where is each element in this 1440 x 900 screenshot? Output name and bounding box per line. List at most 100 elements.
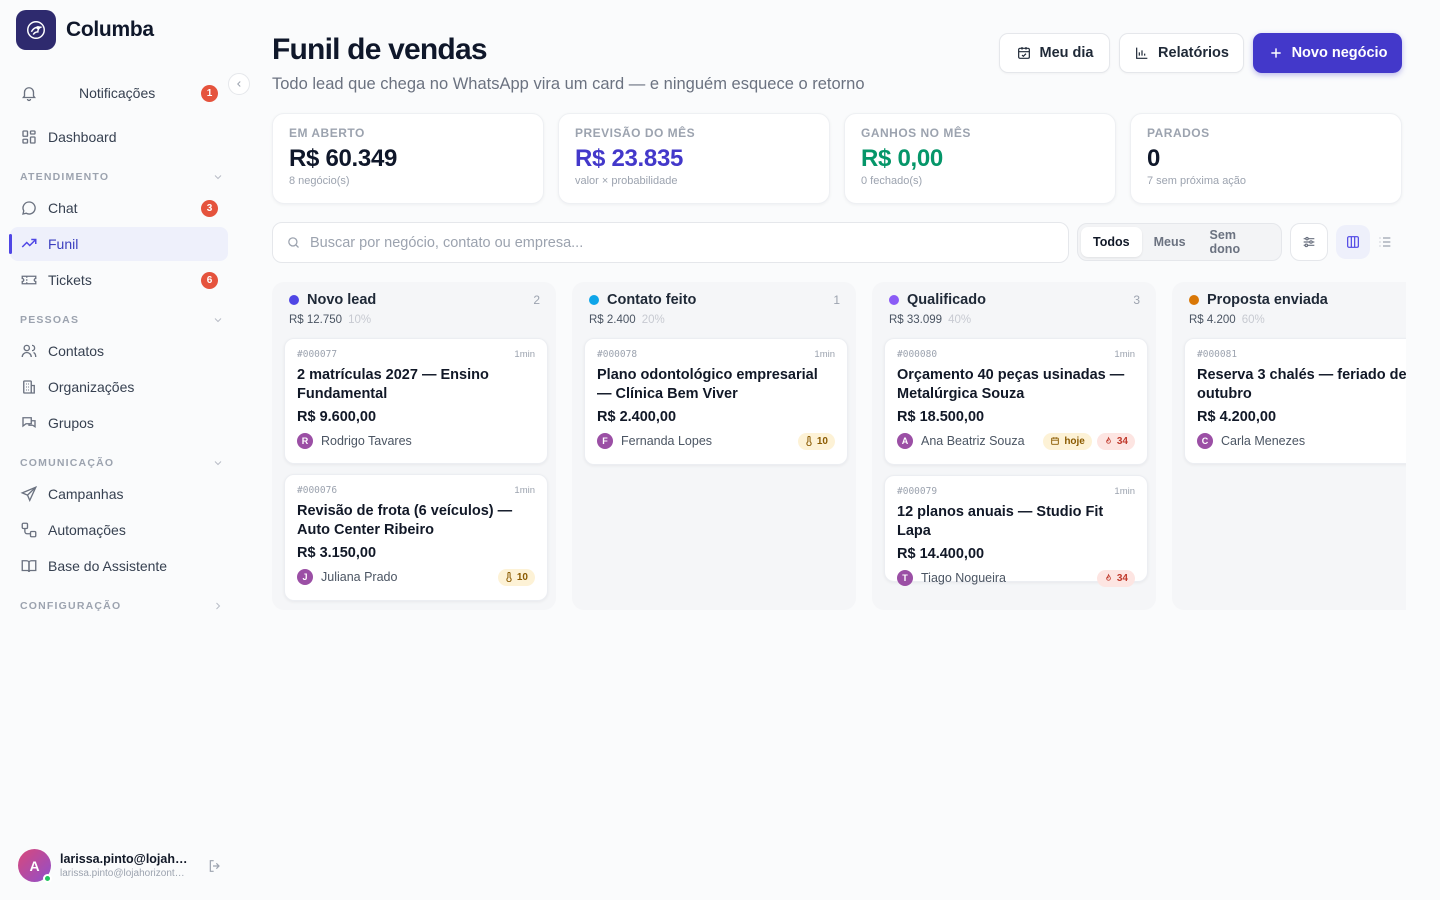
kanban-column-contato-feito: Contato feito 1 R$ 2.400 20% #000078 1min …: [572, 282, 856, 610]
dashboard-grid-icon: [22, 130, 36, 144]
section-label: COMUNICAÇÃO: [20, 457, 115, 469]
kanban-board: Novo lead 2 R$ 12.750 10% #000077 1min 2 m…: [272, 282, 1406, 610]
brand[interactable]: Columba: [16, 10, 154, 50]
deal-value: R$ 14.400,00: [897, 546, 985, 562]
stat-open: EM ABERTO R$ 60.349 8 negócio(s): [272, 113, 544, 204]
column-count: 2: [533, 293, 540, 307]
sidebar-item-label: Funil: [48, 236, 79, 252]
logout-icon[interactable]: [207, 858, 223, 874]
stat-value: 0: [1147, 145, 1161, 172]
section-label: PESSOAS: [20, 314, 80, 326]
owner-avatar: T: [897, 570, 913, 586]
stat-forecast: PREVISÃO DO MÊS R$ 23.835 valor × probab…: [558, 113, 830, 204]
sidebar-item-label: Automações: [48, 522, 126, 538]
deal-value: R$ 9.600,00: [297, 409, 377, 425]
sidebar-collapse-button[interactable]: [228, 73, 250, 95]
column-count: 1: [833, 293, 840, 307]
section-configuracao[interactable]: CONFIGURAÇÃO: [20, 600, 224, 612]
score-chip: 34: [1096, 569, 1135, 587]
filter-unowned[interactable]: Sem dono: [1198, 227, 1278, 257]
column-title: Proposta enviada: [1207, 292, 1328, 308]
stat-value: R$ 23.835: [575, 145, 684, 172]
search-box[interactable]: [272, 222, 1069, 263]
deal-card[interactable]: #000079 1min 12 planos anuais — Studio Fi…: [884, 475, 1148, 587]
score-chip: 34: [1096, 432, 1135, 450]
sidebar-item-funil[interactable]: Funil: [9, 227, 228, 261]
sidebar-item-tickets[interactable]: Tickets 6: [10, 263, 228, 297]
deal-card[interactable]: #000080 1min Orçamento 40 peças usinadas …: [884, 338, 1148, 465]
sidebar-item-base-assistente[interactable]: Base do Assistente: [10, 549, 228, 583]
owner-avatar: A: [897, 433, 913, 449]
user-profile[interactable]: A larissa.pinto@lojahorizonte.com.br lar…: [18, 849, 188, 883]
sidebar-item-notifications[interactable]: Notificações 1: [10, 76, 228, 110]
section-atendimento[interactable]: ATENDIMENTO: [20, 171, 224, 183]
new-deal-label: Novo negócio: [1291, 45, 1388, 61]
user-email: larissa.pinto@lojahorizonte.com.br: [60, 868, 188, 879]
chip-value: 34: [1116, 435, 1128, 447]
my-day-button[interactable]: Meu dia: [999, 33, 1110, 73]
trending-up-icon: [21, 238, 37, 248]
bar-chart-icon: [1136, 47, 1148, 59]
sidebar: Columba Notificações 1 Dashboard ATENDIM…: [0, 0, 250, 900]
stat-won: GANHOS NO MÊS R$ 0,00 0 fechado(s): [844, 113, 1116, 204]
kanban-view-button[interactable]: [1336, 225, 1370, 259]
deal-title: 12 planos anuais — Studio Fit Lapa: [897, 504, 1104, 539]
deal-value: R$ 3.150,00: [297, 545, 377, 561]
users-icon: [21, 344, 37, 358]
sidebar-item-chat[interactable]: Chat 3: [10, 191, 228, 225]
filter-all[interactable]: Todos: [1081, 227, 1142, 257]
sliders-icon: [1303, 236, 1315, 248]
section-pessoas[interactable]: PESSOAS: [20, 314, 224, 326]
thermometer-icon: [506, 572, 512, 582]
deal-card[interactable]: #000076 1min Revisão de frota (6 veículos…: [284, 474, 548, 601]
deal-code: #000081: [1197, 349, 1238, 360]
column-title: Contato feito: [607, 292, 697, 308]
filter-mine[interactable]: Meus: [1142, 227, 1198, 257]
page-subtitle: Todo lead que chega no WhatsApp vira um …: [272, 75, 865, 93]
workflow-icon: [21, 522, 37, 538]
temperature-chip: 10: [497, 568, 535, 586]
chip-value: 10: [816, 435, 828, 447]
sidebar-item-dashboard[interactable]: Dashboard: [10, 120, 228, 154]
kanban-column-novo-lead: Novo lead 2 R$ 12.750 10% #000077 1min 2 m…: [272, 282, 556, 610]
stat-value: R$ 0,00: [861, 145, 943, 172]
group-chat-icon: [22, 417, 36, 429]
list-view-button[interactable]: [1368, 225, 1402, 259]
section-comunicacao[interactable]: COMUNICAÇÃO: [20, 457, 224, 469]
deal-card[interactable]: #000081 Reserva 3 chalés — feriado de ou…: [1184, 338, 1406, 464]
stat-sub: valor × probabilidade: [575, 175, 678, 187]
deal-value: R$ 2.400,00: [597, 409, 677, 425]
deal-owner: Ana Beatriz Souza: [921, 434, 1025, 448]
deal-owner: Fernanda Lopes: [621, 434, 713, 448]
flame-icon: [1106, 436, 1111, 444]
stage-dot: [289, 295, 299, 305]
column-probability: 60%: [1241, 314, 1265, 326]
avatar-initial: A: [29, 857, 40, 874]
filter-settings-button[interactable]: [1290, 223, 1328, 261]
brand-name: Columba: [66, 18, 154, 41]
deal-age: 1min: [814, 349, 835, 360]
search-input[interactable]: [310, 234, 1068, 251]
stat-value: R$ 60.349: [289, 145, 398, 172]
sidebar-item-grupos[interactable]: Grupos: [10, 406, 228, 440]
deal-card[interactable]: #000078 1min Plano odontológico empresari…: [584, 338, 848, 465]
deal-owner: Carla Menezes: [1221, 434, 1306, 448]
reports-button[interactable]: Relatórios: [1119, 33, 1244, 73]
new-deal-button[interactable]: Novo negócio: [1253, 33, 1402, 73]
sidebar-item-campanhas[interactable]: Campanhas: [10, 477, 228, 511]
page-title: Funil de vendas: [272, 33, 488, 66]
stage-dot: [1189, 295, 1199, 305]
deal-title: Orçamento 40 peças usinadas — Metalúrgic…: [897, 367, 1125, 402]
sidebar-item-contatos[interactable]: Contatos: [10, 334, 228, 368]
deal-title: Reserva 3 chalés — feriado de outubro: [1197, 367, 1406, 402]
column-total: R$ 33.099: [889, 314, 943, 326]
section-label: ATENDIMENTO: [20, 171, 110, 183]
column-header: Novo lead 2 R$ 12.750 10%: [289, 292, 540, 326]
sidebar-item-automacoes[interactable]: Automações: [10, 513, 228, 547]
chip-value: 10: [516, 571, 528, 583]
deal-card[interactable]: #000077 1min 2 matrículas 2027 — Ensino F…: [284, 338, 548, 464]
sidebar-item-organizacoes[interactable]: Organizações: [10, 370, 228, 404]
deal-title: 2 matrículas 2027 — Ensino Fundamental: [297, 367, 489, 402]
sidebar-item-label: Organizações: [48, 379, 135, 395]
sidebar-item-label: Grupos: [48, 415, 94, 431]
